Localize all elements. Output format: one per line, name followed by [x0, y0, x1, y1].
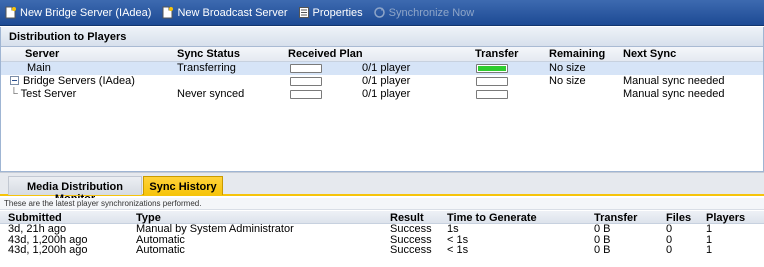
type: Automatic: [136, 244, 185, 256]
type: Manual by System Administrator: [136, 223, 294, 235]
col-remaining[interactable]: Remaining: [549, 48, 605, 60]
tab-bar: Media Distribution Monitor Sync History: [0, 172, 764, 205]
new-broadcast-server-button[interactable]: New Broadcast Server: [161, 6, 288, 19]
transfer-progress: [476, 77, 508, 86]
time-to-generate: < 1s: [447, 244, 469, 256]
server-name: Main: [27, 62, 51, 74]
received-plan-progress: [290, 77, 322, 86]
time-to-generate: 1s: [447, 223, 459, 235]
col-sync-status[interactable]: Sync Status: [177, 48, 240, 60]
tab-sync-history[interactable]: Sync History: [143, 176, 223, 195]
files: 0: [666, 223, 673, 235]
properties-button[interactable]: Properties: [298, 6, 363, 19]
server-row-bridge[interactable]: Bridge Servers (IAdea) 0/1 player No siz…: [1, 75, 763, 88]
col-server[interactable]: Server: [25, 48, 59, 60]
distribution-header: Server Sync Status Received Plan Transfe…: [1, 47, 763, 62]
toolbar: New Bridge Server (IAdea) New Broadcast …: [0, 0, 764, 26]
history-header: Submitted Type Result Time to Generate T…: [0, 211, 764, 224]
players: 1: [706, 244, 713, 256]
tab-media-distribution-monitor[interactable]: Media Distribution Monitor: [8, 176, 142, 205]
players-count: 0/1 player: [362, 75, 411, 87]
new-document-icon: [161, 6, 174, 19]
distribution-title: Distribution to Players: [1, 27, 763, 47]
received-plan-progress: [290, 64, 322, 73]
synchronize-now-button[interactable]: Synchronize Now: [373, 6, 475, 19]
submitted: 43d, 1,200h ago: [8, 244, 88, 256]
properties-label: Properties: [312, 6, 363, 19]
properties-icon: [298, 6, 310, 19]
result: Success: [390, 244, 432, 256]
submitted: 3d, 21h ago: [8, 223, 67, 235]
col-next-sync[interactable]: Next Sync: [623, 48, 676, 60]
players-count: 0/1 player: [362, 88, 411, 100]
table-row[interactable]: 43d, 1,200h ago Automatic Success < 1s 0…: [0, 245, 764, 256]
new-broadcast-server-label: New Broadcast Server: [177, 6, 288, 19]
sync-icon: [373, 6, 386, 19]
distribution-panel: Distribution to Players Server Sync Stat…: [0, 27, 764, 172]
server-row-main[interactable]: Main Transferring 0/1 player No size: [1, 62, 763, 75]
history-info: These are the latest player synchronizat…: [0, 198, 764, 210]
transfer: 0 B: [594, 223, 611, 235]
table-row[interactable]: 43d, 1,200h ago Automatic Success < 1s 0…: [0, 234, 764, 246]
remaining: No size: [549, 62, 586, 74]
players-count: 0/1 player: [362, 62, 411, 74]
result: Success: [390, 223, 432, 235]
new-bridge-server-button[interactable]: New Bridge Server (IAdea): [4, 6, 151, 19]
next-sync: Manual sync needed: [623, 75, 725, 87]
server-row-test[interactable]: └ Test Server Never synced 0/1 player Ma…: [1, 88, 763, 101]
new-bridge-server-label: New Bridge Server (IAdea): [20, 6, 152, 19]
synchronize-now-label: Synchronize Now: [388, 6, 475, 19]
col-time-to-generate[interactable]: Time to Generate: [447, 212, 537, 224]
players: 1: [706, 223, 713, 235]
remaining: No size: [549, 75, 586, 87]
table-row[interactable]: 3d, 21h ago Manual by System Administrat…: [0, 224, 764, 235]
files: 0: [666, 244, 673, 256]
tree-branch-icon: └: [10, 88, 18, 100]
history-table: 3d, 21h ago Manual by System Administrat…: [0, 224, 764, 256]
new-document-icon: [4, 6, 17, 19]
col-transfer[interactable]: Transfer: [475, 48, 518, 60]
next-sync: Manual sync needed: [623, 88, 725, 100]
transfer: 0 B: [594, 244, 611, 256]
sync-status: Transferring: [177, 62, 236, 74]
sync-status: Never synced: [177, 88, 245, 100]
transfer-progress: [476, 64, 508, 73]
server-name: └ Test Server: [10, 88, 77, 100]
transfer-progress: [476, 90, 508, 99]
server-name: Bridge Servers (IAdea): [10, 75, 135, 88]
col-received-plan[interactable]: Received Plan: [288, 48, 363, 60]
received-plan-progress: [290, 90, 322, 99]
collapse-icon[interactable]: [10, 76, 19, 85]
